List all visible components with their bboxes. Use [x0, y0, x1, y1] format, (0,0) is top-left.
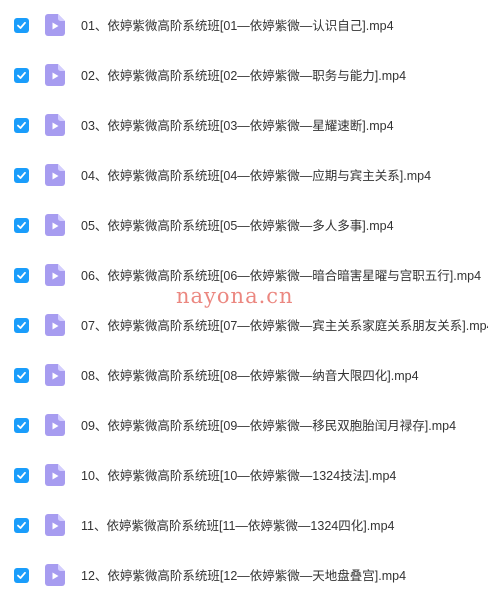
file-row[interactable]: 08、依婷紫微高阶系统班[08—依婷紫微—纳音大限四化].mp4: [0, 361, 488, 391]
video-file-icon: [45, 214, 65, 236]
video-file-icon: [45, 114, 65, 136]
file-name: 09、依婷紫微高阶系统班[09—依婷紫微—移民双胞胎闰月禄存].mp4: [81, 419, 457, 433]
file-name: 06、依婷紫微高阶系统班[06—依婷紫微—暗合暗害星曜与宫职五行].mp4: [81, 269, 482, 283]
file-name: 10、依婷紫微高阶系统班[10—依婷紫微—1324技法].mp4: [81, 469, 397, 483]
checkbox[interactable]: [14, 168, 29, 183]
file-row[interactable]: 10、依婷紫微高阶系统班[10—依婷紫微—1324技法].mp4: [0, 461, 488, 491]
checkbox[interactable]: [14, 518, 29, 533]
check-icon: [17, 171, 26, 179]
file-row[interactable]: 01、依婷紫微高阶系统班[01—依婷紫微—认识自己].mp4: [0, 11, 488, 41]
file-name: 05、依婷紫微高阶系统班[05—依婷紫微—多人多事].mp4: [81, 219, 394, 233]
checkbox[interactable]: [14, 418, 29, 433]
checkbox[interactable]: [14, 268, 29, 283]
video-file-icon: [45, 414, 65, 436]
file-name: 03、依婷紫微高阶系统班[03—依婷紫微—星耀速断].mp4: [81, 119, 394, 133]
check-icon: [17, 321, 26, 329]
file-row[interactable]: 02、依婷紫微高阶系统班[02—依婷紫微—职务与能力].mp4: [0, 61, 488, 91]
video-file-icon: [45, 314, 65, 336]
video-file-icon: [45, 514, 65, 536]
checkbox[interactable]: [14, 118, 29, 133]
checkbox[interactable]: [14, 468, 29, 483]
check-icon: [17, 21, 26, 29]
file-row[interactable]: 03、依婷紫微高阶系统班[03—依婷紫微—星耀速断].mp4: [0, 111, 488, 141]
file-row[interactable]: 09、依婷紫微高阶系统班[09—依婷紫微—移民双胞胎闰月禄存].mp4: [0, 411, 488, 441]
file-name: 04、依婷紫微高阶系统班[04—依婷紫微—应期与宾主关系].mp4: [81, 169, 432, 183]
video-file-icon: [45, 164, 65, 186]
file-row[interactable]: 05、依婷紫微高阶系统班[05—依婷紫微—多人多事].mp4: [0, 211, 488, 241]
check-icon: [17, 221, 26, 229]
checkbox[interactable]: [14, 318, 29, 333]
checkbox[interactable]: [14, 368, 29, 383]
check-icon: [17, 521, 26, 529]
file-name: 11、依婷紫微高阶系统班[11—依婷紫微—1324四化].mp4: [81, 519, 395, 533]
checkbox[interactable]: [14, 18, 29, 33]
file-name: 08、依婷紫微高阶系统班[08—依婷紫微—纳音大限四化].mp4: [81, 369, 419, 383]
video-file-icon: [45, 364, 65, 386]
check-icon: [17, 571, 26, 579]
check-icon: [17, 421, 26, 429]
checkbox[interactable]: [14, 68, 29, 83]
check-icon: [17, 371, 26, 379]
file-row[interactable]: 11、依婷紫微高阶系统班[11—依婷紫微—1324四化].mp4: [0, 511, 488, 541]
check-icon: [17, 271, 26, 279]
file-name: 02、依婷紫微高阶系统班[02—依婷紫微—职务与能力].mp4: [81, 69, 407, 83]
file-name: 12、依婷紫微高阶系统班[12—依婷紫微—天地盘叠宫].mp4: [81, 569, 407, 583]
checkbox[interactable]: [14, 218, 29, 233]
file-row[interactable]: 04、依婷紫微高阶系统班[04—依婷紫微—应期与宾主关系].mp4: [0, 161, 488, 191]
check-icon: [17, 71, 26, 79]
check-icon: [17, 121, 26, 129]
video-file-icon: [45, 64, 65, 86]
video-file-icon: [45, 14, 65, 36]
check-icon: [17, 471, 26, 479]
file-name: 01、依婷紫微高阶系统班[01—依婷紫微—认识自己].mp4: [81, 19, 394, 33]
video-file-icon: [45, 264, 65, 286]
watermark: nayona.cn: [176, 284, 294, 308]
file-name: 07、依婷紫微高阶系统班[07—依婷紫微—宾主关系家庭关系朋友关系].mp4: [81, 319, 488, 333]
video-file-icon: [45, 564, 65, 586]
file-row[interactable]: 12、依婷紫微高阶系统班[12—依婷紫微—天地盘叠宫].mp4: [0, 561, 488, 591]
video-file-icon: [45, 464, 65, 486]
checkbox[interactable]: [14, 568, 29, 583]
file-row[interactable]: 07、依婷紫微高阶系统班[07—依婷紫微—宾主关系家庭关系朋友关系].mp4: [0, 311, 488, 341]
